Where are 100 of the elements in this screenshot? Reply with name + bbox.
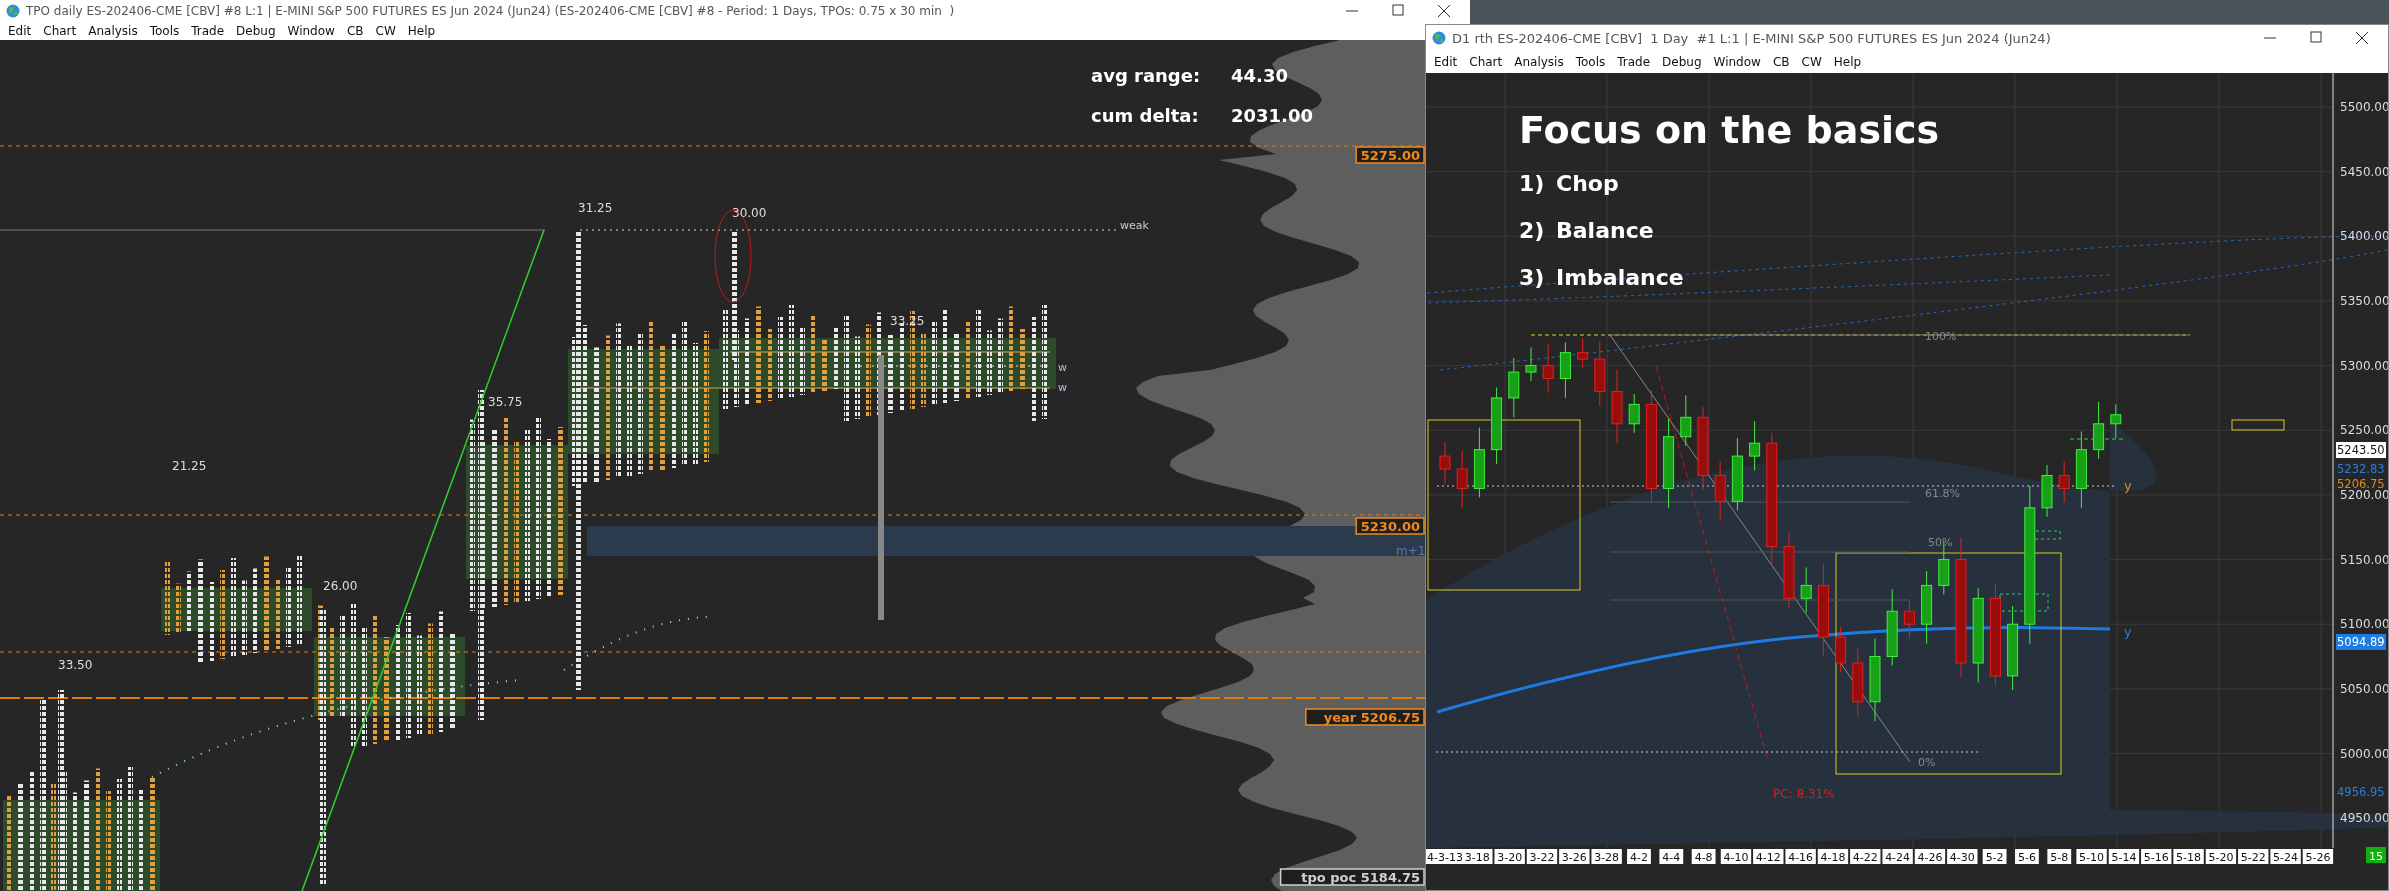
date-axis-label: 5-22 bbox=[2238, 849, 2269, 864]
range-label: 33.50 bbox=[58, 658, 93, 672]
range-label: 21.25 bbox=[172, 459, 207, 473]
candlestick bbox=[1508, 357, 1520, 418]
candlestick bbox=[1577, 337, 1589, 369]
tpo-column bbox=[275, 579, 280, 649]
stat-label: avg range: bbox=[1091, 65, 1201, 86]
candlestick bbox=[1525, 347, 1537, 382]
price-axis-label: 4950.00 bbox=[2340, 811, 2388, 826]
menu-item[interactable]: Help bbox=[1827, 55, 1868, 69]
list-number: 1) bbox=[1519, 171, 1545, 196]
candlestick bbox=[1542, 343, 1554, 394]
menu-item[interactable]: Tools bbox=[143, 23, 186, 38]
tpo-column bbox=[1020, 329, 1025, 389]
date-axis-label: 3-22 bbox=[1526, 849, 1558, 864]
zone-label: m+1 bbox=[1396, 544, 1426, 558]
fib-label: 100% bbox=[1925, 330, 1957, 343]
price-tag: 5275.00 bbox=[1355, 146, 1425, 164]
fib-label: 61.8% bbox=[1925, 487, 1960, 500]
candlestick bbox=[2093, 401, 2105, 460]
date-axis-label: 4-12 bbox=[1753, 849, 1784, 864]
menu-item[interactable]: Window bbox=[1707, 55, 1767, 69]
candlestick bbox=[1594, 340, 1606, 407]
line-label: y bbox=[2124, 624, 2132, 639]
price-tag: tpo poc 5184.75 bbox=[1279, 868, 1425, 886]
range-label: 31.25 bbox=[578, 201, 613, 215]
bar-count-badge: 15 bbox=[2366, 847, 2386, 863]
menu-item[interactable]: Edit bbox=[2, 23, 38, 38]
price-tag: 5243.50 bbox=[2336, 442, 2386, 458]
stat-value: 44.30 bbox=[1231, 65, 1288, 86]
fib-label: 50% bbox=[1928, 536, 1953, 549]
list-number: 3) bbox=[1519, 265, 1545, 290]
menu-item[interactable]: Chart bbox=[37, 23, 83, 38]
menu-item[interactable]: Help bbox=[401, 23, 442, 38]
date-axis-label: 3-26 bbox=[1559, 849, 1590, 864]
drawn-line bbox=[2069, 438, 2126, 440]
date-axis-label: 5-6 bbox=[2015, 849, 2039, 864]
tpo-column bbox=[987, 330, 992, 395]
range-label: 26.00 bbox=[323, 579, 358, 593]
percent-label: PC: 8.31% bbox=[1773, 787, 1835, 801]
menu-item[interactable]: Chart bbox=[1463, 55, 1509, 69]
menu-item[interactable]: Analysis bbox=[82, 23, 144, 38]
date-axis-label: 5-16 bbox=[2141, 849, 2172, 864]
date-axis-label: 5-20 bbox=[2205, 849, 2237, 864]
candlestick bbox=[1835, 626, 1847, 673]
candlestick bbox=[1749, 420, 1761, 471]
list-item-text: Chop bbox=[1556, 171, 1619, 196]
date-axis-label: 4-8 bbox=[1691, 849, 1716, 864]
menu-item[interactable]: Window bbox=[281, 23, 341, 38]
tpo-column bbox=[800, 327, 805, 395]
candlestick bbox=[1628, 393, 1640, 434]
date-axis-label: 4-22 bbox=[1850, 849, 1881, 864]
window-title: TPO daily ES-202406-CME [CBV] #8 L:1 | E-MINI S&P 500 FUTURES ES Jun 2024 (Jun24) (ES-202406-CME [CBV] #8 - Period: 1 Days, TPOs: 0.75 x 30 min ) bbox=[26, 3, 956, 18]
stat-label: cum delta: bbox=[1091, 105, 1199, 126]
date-axis-label: 4-10 bbox=[1720, 849, 1752, 864]
date-axis-label: 4-4 bbox=[1659, 849, 1684, 864]
price-axis-label: 5000.00 bbox=[2340, 746, 2388, 761]
menu-item[interactable]: CB bbox=[340, 23, 370, 38]
menu-item[interactable]: Debug bbox=[230, 23, 282, 38]
menu-item[interactable]: Tools bbox=[1569, 55, 1612, 69]
date-axis-label: 5-10 bbox=[2076, 849, 2107, 864]
price-tag: 5230.00 bbox=[1355, 517, 1425, 535]
tpo-column bbox=[767, 329, 772, 401]
date-axis-label: 4-18 bbox=[1817, 849, 1849, 864]
line-label: y bbox=[2124, 478, 2132, 493]
candlestick bbox=[1456, 450, 1468, 509]
candlestick bbox=[1559, 341, 1571, 399]
price-axis-label: 5400.00 bbox=[2340, 229, 2388, 244]
date-axis-label: 5-24 bbox=[2270, 849, 2301, 864]
range-label: 33.25 bbox=[890, 314, 925, 328]
price-axis-label: 5100.00 bbox=[2340, 617, 2388, 632]
list-item-text: Balance bbox=[1556, 218, 1654, 243]
candlestick bbox=[1439, 441, 1451, 484]
date-axis-label: 5-14 bbox=[2108, 849, 2140, 864]
menu-item[interactable]: Edit bbox=[1428, 55, 1464, 69]
menu-item[interactable]: CW bbox=[1795, 55, 1828, 69]
menu-item[interactable]: Trade bbox=[185, 23, 231, 38]
globe-icon bbox=[6, 3, 20, 18]
price-tag: 4956.95 bbox=[2337, 785, 2385, 799]
date-axis-label: 3-28 bbox=[1591, 849, 1622, 864]
headline: Focus on the basics bbox=[1519, 108, 1940, 152]
date-axis-label: 5-2 bbox=[1982, 849, 2007, 864]
date-axis-label: 5-8 bbox=[2047, 849, 2072, 864]
menu-item[interactable]: Analysis bbox=[1508, 55, 1570, 69]
menu-item[interactable]: CB bbox=[1766, 55, 1796, 69]
menu-item[interactable]: CW bbox=[369, 23, 402, 38]
globe-icon bbox=[1432, 31, 1446, 45]
candlestick bbox=[1714, 460, 1726, 522]
date-axis-label: 4-16 bbox=[1785, 849, 1816, 864]
tpo-column bbox=[187, 571, 192, 631]
menu-item[interactable]: Trade bbox=[1611, 55, 1657, 69]
date-axis-label: 4-30 bbox=[1947, 849, 1978, 864]
window-title: D1 rth ES-202406-CME [CBV] 1 Day #1 L:1 | E-MINI S&P 500 FUTURES ES Jun 2024 (Jun24) bbox=[1452, 30, 2052, 46]
marker-label: w bbox=[1058, 361, 1067, 374]
stat-value: 2031.00 bbox=[1231, 105, 1313, 126]
menu-item[interactable]: Debug bbox=[1656, 55, 1708, 69]
candlestick bbox=[1852, 648, 1864, 717]
candlestick bbox=[1903, 600, 1915, 639]
date-axis-label: 3-20 bbox=[1494, 849, 1525, 864]
range-label: 35.75 bbox=[488, 395, 523, 409]
